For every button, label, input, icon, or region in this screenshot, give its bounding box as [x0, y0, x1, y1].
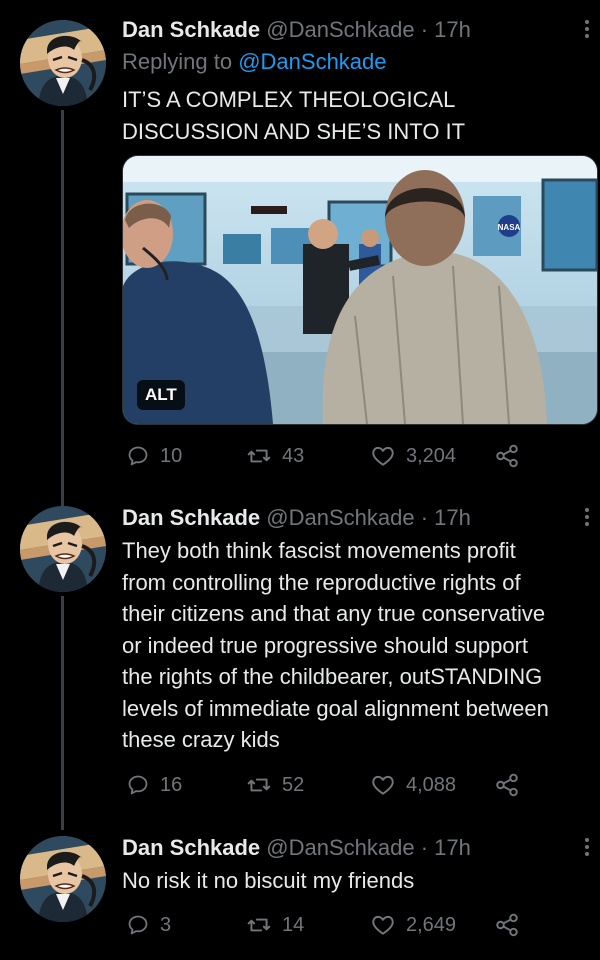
reply-icon	[126, 773, 150, 797]
tweet-line: levels of immediate goal alignment betwe…	[122, 695, 549, 721]
share-button[interactable]	[494, 910, 520, 940]
tweet-header: Dan Schkade @DanSchkade · 17h	[122, 16, 471, 44]
author-name[interactable]: Dan Schkade	[122, 835, 260, 860]
share-button[interactable]	[494, 770, 520, 800]
tweet-line: the rights of the childbearer, outSTANDI…	[122, 664, 543, 689]
tweet-actions: 3 14 2,649	[122, 910, 600, 940]
author-handle[interactable]: @DanSchkade	[266, 17, 414, 42]
reply-icon	[126, 913, 150, 937]
retweet-count: 43	[282, 444, 305, 467]
retweet-icon	[246, 443, 272, 469]
avatar[interactable]	[20, 506, 106, 592]
timestamp[interactable]: · 17h	[421, 835, 471, 860]
avatar[interactable]	[20, 836, 106, 922]
more-icon[interactable]	[584, 838, 590, 860]
reply-button[interactable]: 3	[126, 910, 171, 940]
author-handle[interactable]: @DanSchkade	[266, 835, 414, 860]
author-name[interactable]: Dan Schkade	[122, 505, 260, 530]
retweet-count: 52	[282, 773, 305, 796]
reply-count: 3	[160, 913, 172, 936]
heart-icon	[370, 912, 396, 938]
retweet-button[interactable]: 43	[246, 441, 304, 471]
like-count: 4,088	[406, 773, 457, 796]
reply-icon	[126, 444, 150, 468]
tweet-line: their citizens and that any true conserv…	[122, 601, 546, 626]
tweet-header: Dan Schkade @DanSchkade · 17h	[122, 834, 471, 862]
retweet-icon	[246, 772, 272, 798]
tweet-line: They both think fascist movements profit	[122, 538, 516, 563]
nasa-logo: NASA	[498, 223, 521, 232]
replying-to-label: Replying to	[122, 49, 233, 74]
author-name[interactable]: Dan Schkade	[122, 17, 260, 42]
tweet-actions: 10 43 3,204	[122, 441, 600, 471]
tweet-3[interactable]: Dan Schkade @DanSchkade · 17h No risk it…	[0, 830, 600, 960]
tweet-media-image[interactable]: NASA ALT	[122, 155, 598, 425]
tweet-text: No risk it no biscuit my friends	[122, 865, 594, 897]
replying-to: Replying to @DanSchkade	[122, 48, 387, 76]
more-icon[interactable]	[584, 20, 590, 42]
share-button[interactable]	[494, 441, 520, 471]
tweet-line: these crazy kids	[122, 727, 280, 752]
like-count: 3,204	[406, 444, 457, 467]
reply-count: 16	[160, 773, 183, 796]
reply-button[interactable]: 10	[126, 441, 182, 471]
author-handle[interactable]: @DanSchkade	[266, 505, 414, 530]
like-button[interactable]: 4,088	[370, 770, 456, 800]
tweet-line: DISCUSSION AND SHE’S INTO IT	[122, 118, 466, 144]
share-icon	[494, 772, 520, 798]
retweet-button[interactable]: 52	[246, 770, 304, 800]
share-icon	[494, 912, 520, 938]
reply-count: 10	[160, 444, 183, 467]
mission-control-photo: NASA	[123, 156, 597, 424]
reply-button[interactable]: 16	[126, 770, 182, 800]
replying-to-handle[interactable]: @DanSchkade	[238, 49, 386, 74]
tweet-line: or indeed true progressive should suppor…	[122, 632, 529, 658]
thread-line	[61, 596, 64, 830]
tweet-line: IT’S A COMPLEX THEOLOGICAL	[122, 87, 456, 112]
tweet-actions: 16 52 4,088	[122, 770, 600, 800]
tweet-line: from controlling the reproductive rights…	[122, 569, 521, 595]
thread-line	[61, 110, 64, 508]
heart-icon	[370, 443, 396, 469]
share-icon	[494, 443, 520, 469]
more-icon[interactable]	[584, 508, 590, 530]
retweet-button[interactable]: 14	[246, 910, 304, 940]
heart-icon	[370, 772, 396, 798]
tweet-2[interactable]: Dan Schkade @DanSchkade · 17h They both …	[0, 500, 600, 830]
tweet-text: IT’S A COMPLEX THEOLOGICAL DISCUSSION AN…	[122, 84, 594, 147]
avatar[interactable]	[20, 20, 106, 106]
timestamp[interactable]: · 17h	[421, 505, 471, 530]
tweet-header: Dan Schkade @DanSchkade · 17h	[122, 504, 471, 532]
like-button[interactable]: 2,649	[370, 910, 456, 940]
tweet-text: They both think fascist movements profit…	[122, 535, 594, 756]
like-button[interactable]: 3,204	[370, 441, 456, 471]
tweet-1[interactable]: Dan Schkade @DanSchkade · 17h Replying t…	[0, 0, 600, 508]
alt-badge[interactable]: ALT	[137, 380, 185, 410]
retweet-count: 14	[282, 913, 305, 936]
retweet-icon	[246, 912, 272, 938]
timestamp[interactable]: · 17h	[421, 17, 471, 42]
tweet-line: No risk it no biscuit my friends	[122, 868, 415, 893]
like-count: 2,649	[406, 913, 457, 936]
